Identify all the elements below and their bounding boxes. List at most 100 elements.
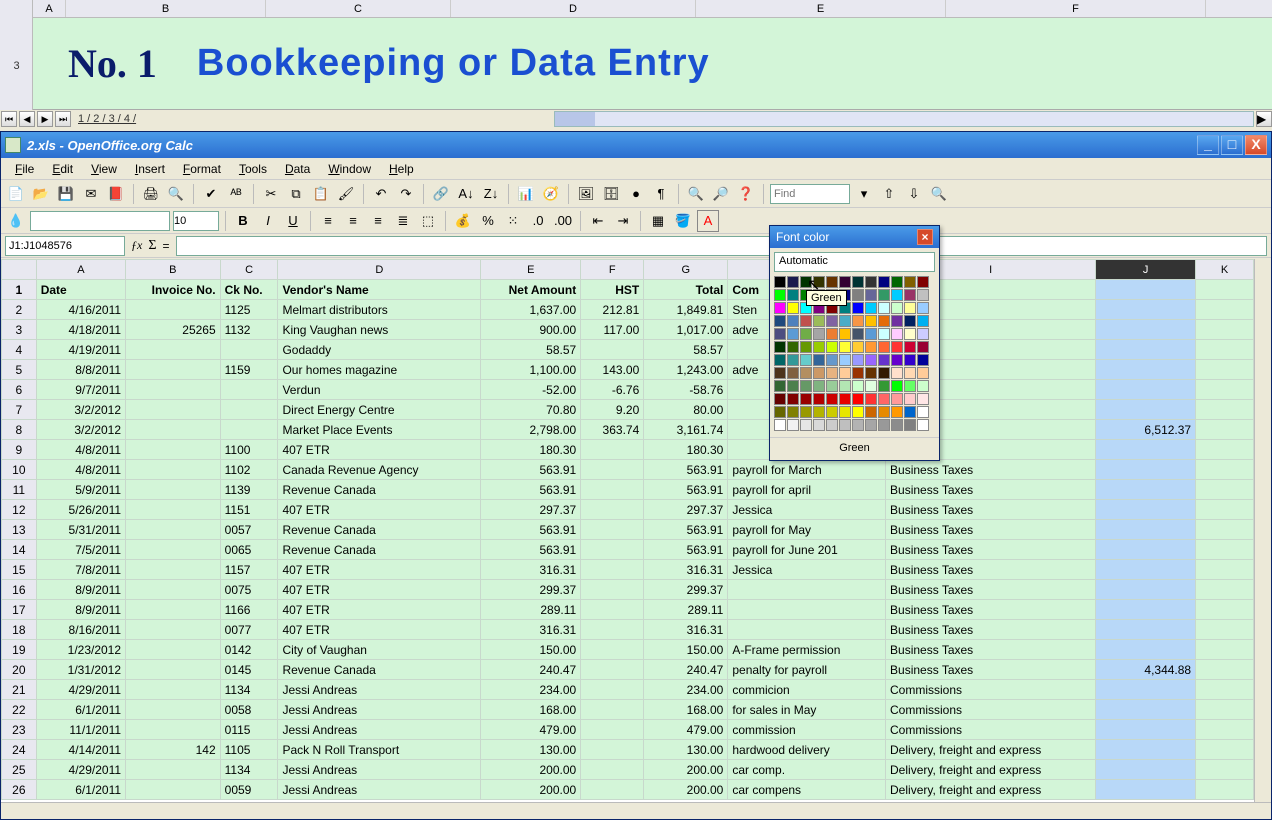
cell[interactable]: 0057 — [220, 520, 278, 540]
cell[interactable] — [581, 780, 644, 800]
cell[interactable]: Revenue Canada — [278, 520, 481, 540]
redo-icon[interactable]: ↷ — [395, 183, 417, 205]
cell[interactable]: Melmart distributors — [278, 300, 481, 320]
cell[interactable]: 234.00 — [481, 680, 581, 700]
color-swatch[interactable] — [839, 380, 851, 392]
cell[interactable]: Business Taxes — [886, 640, 1096, 660]
record-icon[interactable]: ● — [625, 183, 647, 205]
cell[interactable] — [581, 540, 644, 560]
sort-asc-icon[interactable]: A↓ — [455, 183, 477, 205]
col-header-B[interactable]: B — [126, 260, 221, 280]
color-swatch[interactable] — [904, 380, 916, 392]
print-icon[interactable]: 🖨 — [140, 183, 162, 205]
color-swatch[interactable] — [787, 354, 799, 366]
color-swatch[interactable] — [813, 341, 825, 353]
color-swatch[interactable] — [917, 419, 929, 431]
font-color-palette[interactable]: Font color × Automatic Green — [769, 225, 940, 461]
font-name-combo[interactable] — [30, 211, 170, 231]
row-header[interactable]: 2 — [2, 300, 37, 320]
color-swatch[interactable] — [878, 341, 890, 353]
find-icon[interactable]: 🔍 — [685, 183, 707, 205]
cell[interactable]: 1134 — [220, 760, 278, 780]
cell[interactable]: Business Taxes — [886, 500, 1096, 520]
cell[interactable] — [126, 520, 221, 540]
email-icon[interactable]: ✉ — [80, 183, 102, 205]
cell[interactable]: 4/29/2011 — [36, 760, 125, 780]
italic-icon[interactable]: I — [257, 210, 279, 232]
color-swatch[interactable] — [826, 393, 838, 405]
color-swatch[interactable] — [904, 276, 916, 288]
color-swatch[interactable] — [800, 367, 812, 379]
cell[interactable]: 563.91 — [481, 520, 581, 540]
cell[interactable] — [126, 580, 221, 600]
cell[interactable]: 1125 — [220, 300, 278, 320]
color-swatch[interactable] — [774, 276, 786, 288]
cell[interactable] — [126, 640, 221, 660]
find-prev-up-icon[interactable]: ⇧ — [878, 183, 900, 205]
color-swatch[interactable] — [891, 406, 903, 418]
cell[interactable]: A-Frame permission — [728, 640, 886, 660]
cell[interactable] — [1096, 380, 1196, 400]
cell[interactable]: 407 ETR — [278, 560, 481, 580]
color-swatch[interactable] — [787, 367, 799, 379]
cell[interactable]: 563.91 — [481, 480, 581, 500]
row-header[interactable]: 8 — [2, 420, 37, 440]
cell[interactable] — [126, 360, 221, 380]
gallery-icon[interactable]: 🖼 — [575, 183, 597, 205]
sum-icon[interactable]: Σ — [148, 238, 156, 254]
cell[interactable] — [126, 600, 221, 620]
cut-icon[interactable]: ✂ — [260, 183, 282, 205]
color-swatch[interactable] — [917, 302, 929, 314]
cell[interactable]: 407 ETR — [278, 500, 481, 520]
cell[interactable] — [1096, 520, 1196, 540]
color-swatch[interactable] — [865, 354, 877, 366]
row-header[interactable]: 7 — [2, 400, 37, 420]
cell[interactable]: 5/9/2011 — [36, 480, 125, 500]
cell[interactable]: 363.74 — [581, 420, 644, 440]
cell[interactable]: Business Taxes — [886, 600, 1096, 620]
cell[interactable] — [1096, 640, 1196, 660]
cell[interactable]: -52.00 — [481, 380, 581, 400]
color-swatch[interactable] — [852, 315, 864, 327]
cell[interactable] — [1196, 420, 1254, 440]
help-icon[interactable]: ❓ — [735, 183, 757, 205]
color-swatch[interactable] — [774, 315, 786, 327]
cell[interactable]: 8/9/2011 — [36, 600, 125, 620]
zoom-icon[interactable]: 🔎 — [710, 183, 732, 205]
cell[interactable]: Jessica — [728, 560, 886, 580]
cell[interactable]: Business Taxes — [886, 660, 1096, 680]
dec-indent-icon[interactable]: ⇤ — [587, 210, 609, 232]
cell[interactable]: Delivery, freight and express — [886, 740, 1096, 760]
menu-file[interactable]: File — [7, 160, 42, 178]
paste-icon[interactable]: 📋 — [310, 183, 332, 205]
color-swatch[interactable] — [865, 315, 877, 327]
cell[interactable]: 297.37 — [481, 500, 581, 520]
equals-icon[interactable]: = — [162, 239, 169, 253]
cell[interactable] — [581, 500, 644, 520]
cell[interactable]: Jessi Andreas — [278, 720, 481, 740]
row-header[interactable]: 25 — [2, 760, 37, 780]
cell[interactable]: 4/8/2011 — [36, 440, 125, 460]
color-swatch[interactable] — [800, 341, 812, 353]
cell[interactable]: 316.31 — [481, 560, 581, 580]
row-header[interactable]: 1 — [2, 280, 37, 300]
cell[interactable]: 9.20 — [581, 400, 644, 420]
cell[interactable] — [1196, 760, 1254, 780]
color-swatch[interactable] — [774, 341, 786, 353]
color-swatch[interactable] — [891, 276, 903, 288]
color-swatch[interactable] — [904, 315, 916, 327]
color-swatch[interactable] — [852, 302, 864, 314]
maximize-button[interactable]: □ — [1221, 135, 1243, 155]
color-swatch[interactable] — [826, 367, 838, 379]
banner-col-C[interactable]: C — [266, 0, 451, 17]
cell[interactable] — [728, 620, 886, 640]
sort-desc-icon[interactable]: Z↓ — [480, 183, 502, 205]
cell[interactable]: for sales in May — [728, 700, 886, 720]
color-swatch[interactable] — [839, 367, 851, 379]
cell[interactable]: 5/31/2011 — [36, 520, 125, 540]
color-swatch[interactable] — [839, 341, 851, 353]
cell[interactable] — [1196, 720, 1254, 740]
cell[interactable]: 7/5/2011 — [36, 540, 125, 560]
color-swatch[interactable] — [774, 406, 786, 418]
color-swatch[interactable] — [813, 354, 825, 366]
